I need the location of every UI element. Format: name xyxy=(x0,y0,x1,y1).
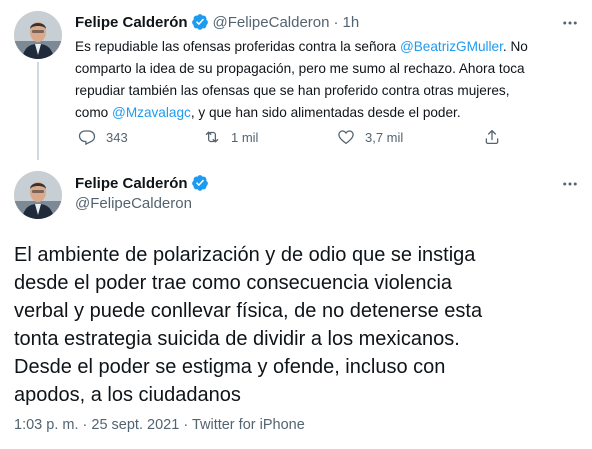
tweet-text-line: tonta estrategia suicida de dividir a lo… xyxy=(14,328,460,350)
more-button[interactable] xyxy=(560,174,580,194)
retweet-icon xyxy=(205,131,219,143)
more-icon xyxy=(563,182,577,186)
tweet-main: Felipe Calderón @FelipeCalderon El ambie… xyxy=(0,160,592,449)
share-button[interactable] xyxy=(483,128,501,146)
author-handle[interactable]: @FelipeCalderon xyxy=(213,14,330,31)
like-count: 3,7 mil xyxy=(365,129,404,145)
tweet-meta: 1:03 p. m. · 25 sept. 2021 · Twitter for… xyxy=(14,417,305,433)
tweet-text-line: apodos, a los ciudadanos xyxy=(14,384,241,406)
text-segment: Es repudiable las ofensas proferidas con… xyxy=(75,39,400,54)
tweet-header: Felipe Calderón @FelipeCalderon · 1h xyxy=(75,12,359,32)
tweet-text-line: como @Mzavalagc, y que han sido alimenta… xyxy=(75,102,575,124)
tweet-source[interactable]: Twitter for iPhone xyxy=(192,417,305,433)
reply-button[interactable]: 343 xyxy=(78,128,128,146)
tweet-text-line: Desde el poder se estigma y ofende, incl… xyxy=(14,356,446,378)
mention-link[interactable]: @Mzavalagc xyxy=(112,105,191,120)
tweet-text: El ambiente de polarización y de odio qu… xyxy=(14,241,584,409)
like-button[interactable]: 3,7 mil xyxy=(337,128,403,146)
tweet-reply-context[interactable]: Felipe Calderón @FelipeCalderon · 1h Es … xyxy=(0,0,592,160)
tweet-actions: 343 1 mil 3,7 mil xyxy=(75,128,535,148)
tweet-text-line: Es repudiable las ofensas proferidas con… xyxy=(75,36,575,58)
tweet-text-line: desde el poder trae como consecuencia vi… xyxy=(14,272,453,294)
thread-line xyxy=(37,62,39,160)
separator: · xyxy=(183,417,189,433)
avatar[interactable] xyxy=(14,11,62,59)
text-segment: comparto la idea de su propagación, pero… xyxy=(75,61,525,76)
share-icon xyxy=(485,129,499,145)
reply-count: 343 xyxy=(106,129,128,145)
avatar[interactable] xyxy=(14,171,62,219)
tweet-timestamp[interactable]: 1:03 p. m. xyxy=(14,417,78,433)
text-segment: , y que han sido alimentadas desde el po… xyxy=(190,105,461,120)
more-icon xyxy=(563,21,577,25)
retweet-count: 1 mil xyxy=(231,129,259,145)
tweet-text-line: El ambiente de polarización y de odio qu… xyxy=(14,244,476,266)
retweet-button[interactable]: 1 mil xyxy=(203,128,258,146)
mention-link[interactable]: @BeatrizGMuller xyxy=(400,39,503,54)
tweet-text: Es repudiable las ofensas proferidas con… xyxy=(75,36,575,124)
tweet-text-line: repudiar también las ofensas que se han … xyxy=(75,80,575,102)
text-segment: como xyxy=(75,105,113,120)
author-name[interactable]: Felipe Calderón xyxy=(75,14,188,31)
verified-badge-icon xyxy=(191,13,209,31)
tweet-time[interactable]: 1h xyxy=(342,14,359,31)
text-segment: . No xyxy=(502,39,528,54)
author-name-row: Felipe Calderón xyxy=(75,174,213,192)
text-segment: repudiar también las ofensas que se han … xyxy=(75,83,510,98)
tweet-text-line: comparto la idea de su propagación, pero… xyxy=(75,58,575,80)
more-button[interactable] xyxy=(560,13,580,33)
separator: · xyxy=(82,417,88,433)
tweet-text-line: verbal y puede conllevar física, de no d… xyxy=(14,300,483,322)
separator: · xyxy=(333,13,339,31)
reply-icon xyxy=(78,130,96,146)
tweet-date[interactable]: 25 sept. 2021 xyxy=(91,417,179,433)
author-handle[interactable]: @FelipeCalderon xyxy=(75,195,192,212)
verified-badge-icon xyxy=(191,174,209,192)
author-name[interactable]: Felipe Calderón xyxy=(75,175,188,192)
like-icon xyxy=(338,130,354,145)
